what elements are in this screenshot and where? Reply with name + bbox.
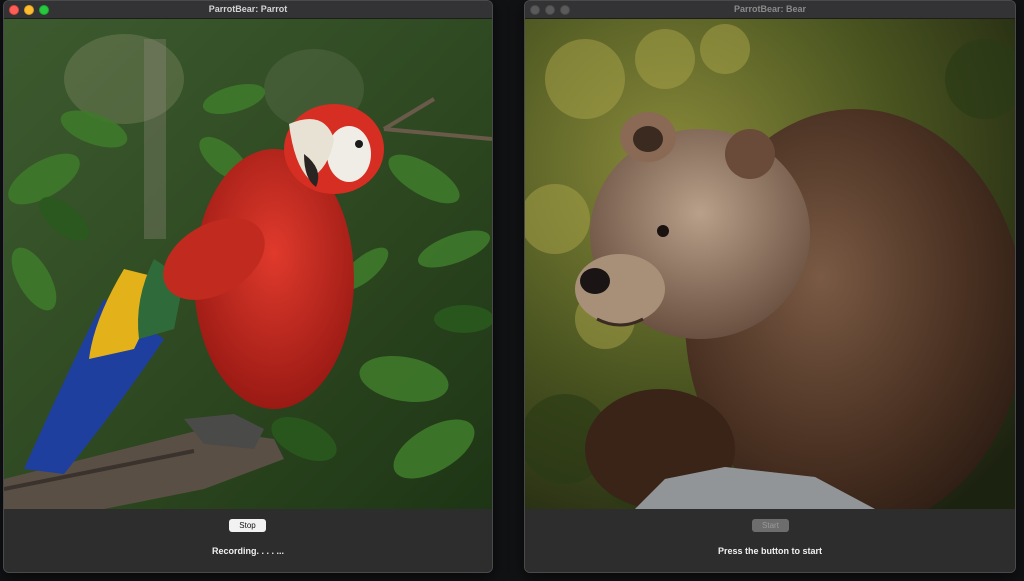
control-panel: Start Press the button to start [525,509,1015,572]
control-panel: Stop Recording. . . . ... [4,509,492,572]
start-button[interactable]: Start [752,519,789,532]
window-title: ParrotBear: Bear [733,4,807,14]
bear-image [525,19,1015,509]
parrot-window[interactable]: ParrotBear: Parrot Stop Recording. . . .… [3,0,493,573]
bear-window[interactable]: ParrotBear: Bear Start Press the button … [524,0,1016,573]
parrot-image [4,19,492,509]
status-text: Press the button to start [717,546,822,556]
title-bar[interactable]: ParrotBear: Parrot [4,1,492,19]
window-title: ParrotBear: Parrot [208,4,288,14]
title-bar[interactable]: ParrotBear: Bear [525,1,1015,19]
status-text: Recording. . . . ... [211,546,284,556]
stop-button[interactable]: Stop [229,519,266,532]
